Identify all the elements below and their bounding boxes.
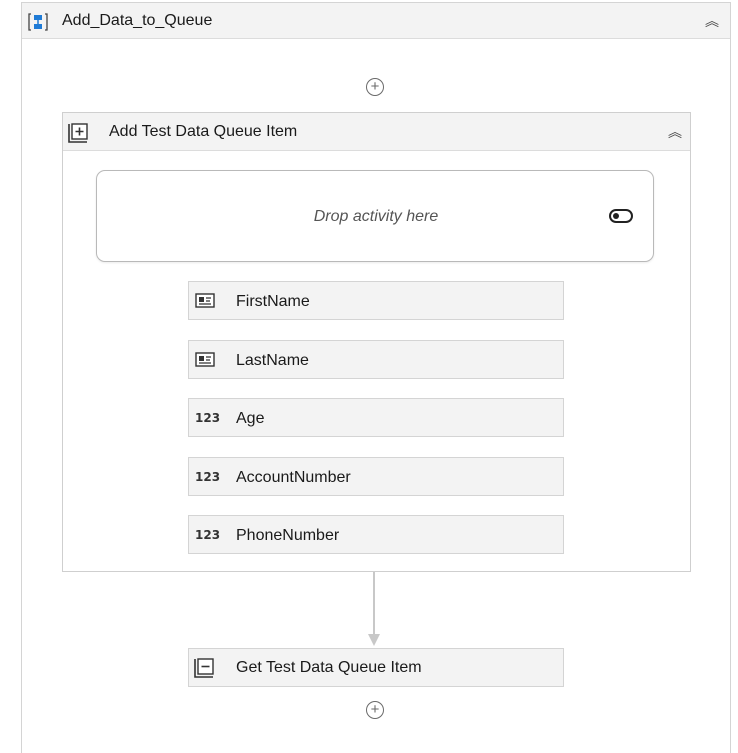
sequence-icon [28, 12, 48, 32]
field-phonenumber[interactable]: 123 PhoneNumber [188, 515, 564, 554]
text-argument-icon [195, 293, 217, 309]
number-argument-icon: 123 [195, 528, 221, 542]
add-activity-top-button[interactable]: + [366, 78, 384, 96]
activity-title: Add Test Data Queue Item [109, 123, 298, 140]
sequence-header[interactable]: Add_Data_to_Queue ︽ [22, 3, 730, 39]
field-accountnumber[interactable]: 123 AccountNumber [188, 457, 564, 496]
field-lastname[interactable]: LastName [188, 340, 564, 379]
field-label: AccountNumber [236, 469, 351, 486]
get-queue-item-icon [193, 657, 215, 679]
activity-collapse-button[interactable]: ︽ [665, 122, 685, 142]
field-label: FirstName [236, 293, 310, 310]
toggle-icon[interactable] [609, 209, 633, 223]
add-queue-item-icon [67, 122, 89, 144]
field-firstname[interactable]: FirstName [188, 281, 564, 320]
sequence-title: Add_Data_to_Queue [62, 12, 213, 29]
activity-header[interactable]: Add Test Data Queue Item ︽ [63, 113, 690, 151]
get-activity-title: Get Test Data Queue Item [236, 659, 422, 676]
drop-placeholder: Drop activity here [313, 208, 439, 225]
field-label: PhoneNumber [236, 527, 340, 544]
get-test-data-queue-item-activity[interactable]: Get Test Data Queue Item [188, 648, 564, 687]
field-age[interactable]: 123 Age [188, 398, 564, 437]
text-argument-icon [195, 352, 217, 368]
drop-activity-zone[interactable]: Drop activity here [96, 170, 654, 262]
field-label: Age [236, 410, 265, 427]
number-argument-icon: 123 [195, 470, 221, 484]
sequence-collapse-button[interactable]: ︽ [702, 11, 722, 31]
number-argument-icon: 123 [195, 411, 221, 425]
field-label: LastName [236, 352, 309, 369]
add-activity-bottom-button[interactable]: + [366, 701, 384, 719]
connector-arrow [368, 572, 380, 646]
